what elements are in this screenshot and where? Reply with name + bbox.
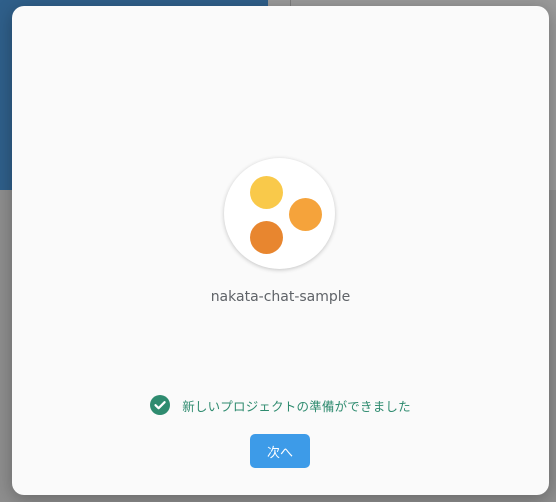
logo-dot-orange: [289, 198, 322, 231]
project-logo: [224, 158, 335, 269]
logo-dot-dark-orange: [250, 221, 283, 254]
check-circle-icon: [150, 395, 171, 415]
project-ready-dialog: nakata-chat-sample 新しいプロジェクトの準備ができました 次へ: [12, 6, 549, 495]
project-name: nakata-chat-sample: [210, 289, 351, 305]
next-button[interactable]: 次へ: [250, 434, 310, 468]
logo-dot-yellow: [250, 176, 283, 209]
status-text: 新しいプロジェクトの準備ができました: [182, 398, 411, 414]
status-message: 新しいプロジェクトの準備ができました: [12, 395, 549, 415]
